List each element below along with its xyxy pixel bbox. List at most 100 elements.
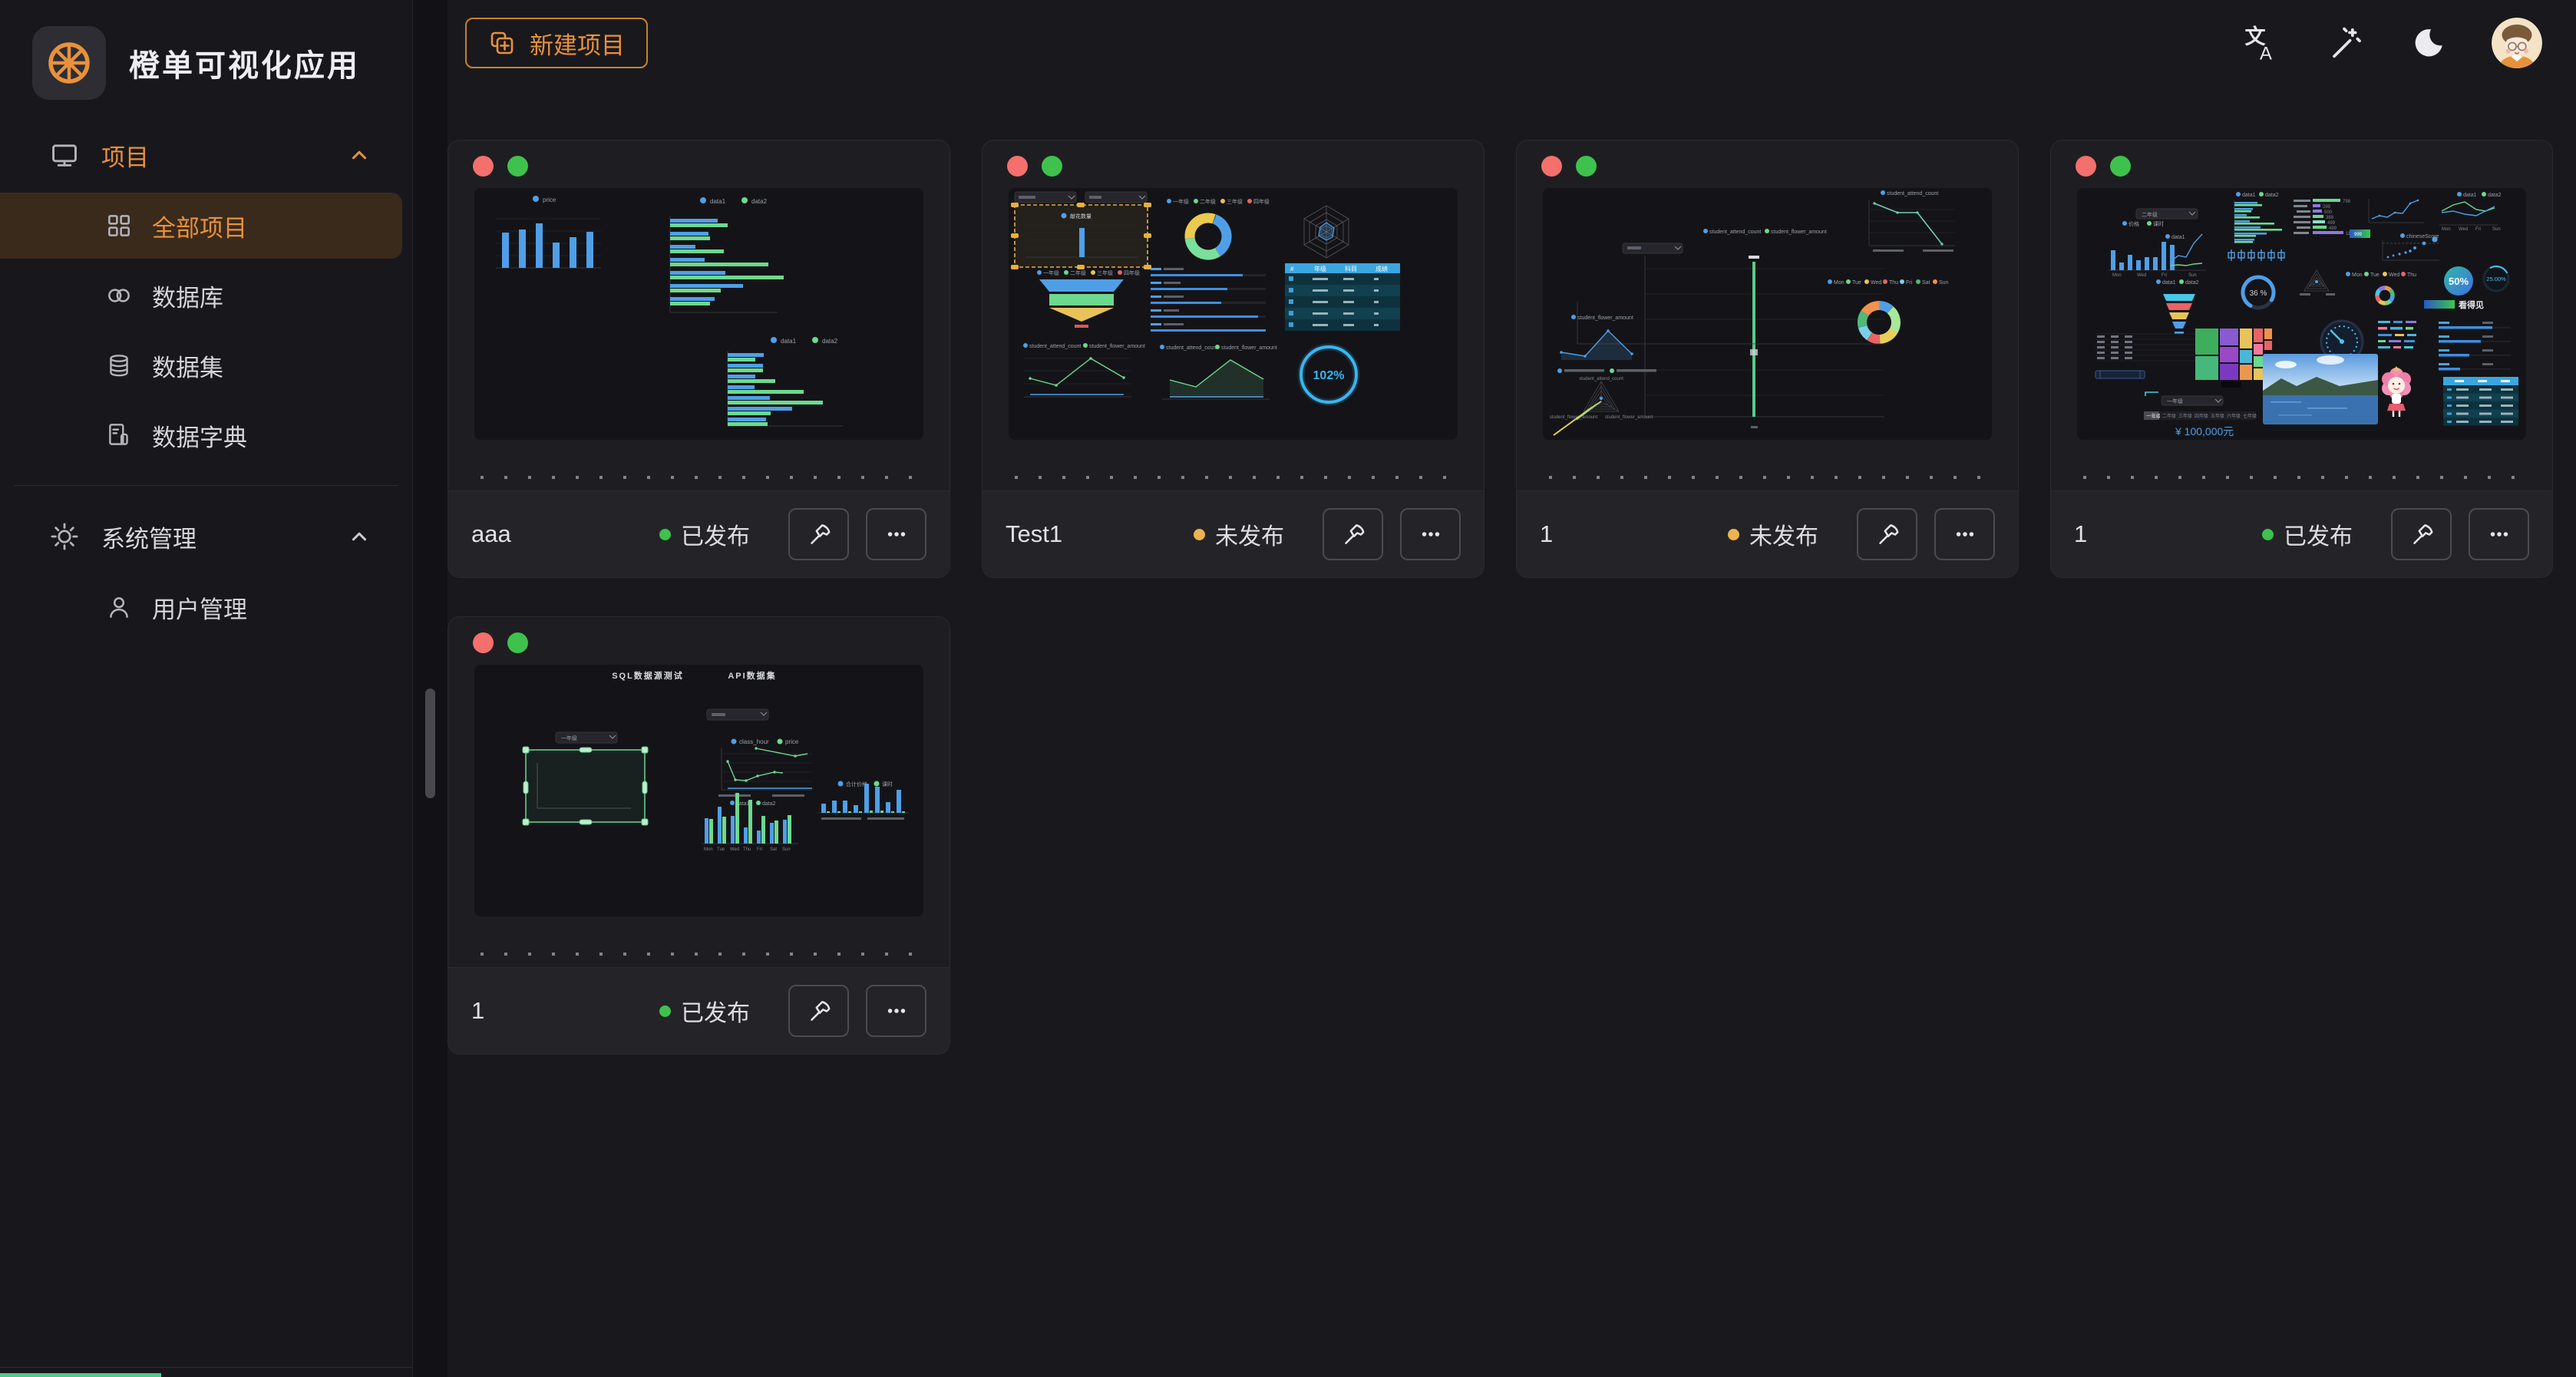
sidebar-group-system[interactable]: 系统管理 xyxy=(0,503,412,570)
green-dot-icon xyxy=(2110,156,2131,177)
svg-text:25.00%: 25.00% xyxy=(2486,276,2506,282)
main-content: 新建项目 文 A xyxy=(447,0,2576,1377)
translate-icon[interactable]: 文 A xyxy=(2240,23,2280,63)
svg-text:50%: 50% xyxy=(2449,276,2469,287)
svg-text:Fri: Fri xyxy=(2162,273,2167,278)
build-button[interactable] xyxy=(2391,508,2452,560)
build-button[interactable] xyxy=(1857,508,1917,560)
svg-text:data2: data2 xyxy=(2185,280,2199,286)
project-thumbnail[interactable]: SQL数据源测试 API数据集 一年级 xyxy=(474,665,923,916)
svg-text:三年级: 三年级 xyxy=(1227,198,1243,205)
sidebar-item-all-projects[interactable]: 全部项目 xyxy=(0,193,402,259)
svg-text:二年级: 二年级 xyxy=(2142,211,2158,218)
status-label: 已发布 xyxy=(681,994,750,1028)
svg-text:Tue: Tue xyxy=(1852,280,1861,286)
project-thumbnail[interactable]: 献花数量 一年级 二年级 三年级 四年级 xyxy=(1009,188,1458,440)
status-badge: 已发布 xyxy=(659,994,750,1028)
svg-text:看得见: 看得见 xyxy=(2459,299,2484,310)
project-thumbnail[interactable]: price data1 data2 xyxy=(474,188,923,440)
status-dot-icon xyxy=(2262,529,2274,540)
svg-text:data2: data2 xyxy=(751,198,768,205)
new-project-button[interactable]: 新建项目 xyxy=(465,18,648,68)
svg-text:五年级: 五年级 xyxy=(2211,413,2224,419)
project-name: 1 xyxy=(471,997,484,1025)
sidebar-item-label: 全部项目 xyxy=(152,209,247,243)
card-status-dots xyxy=(1541,156,1597,177)
status-label: 已发布 xyxy=(681,517,750,551)
svg-text:499: 499 xyxy=(2327,221,2336,226)
svg-text:student_attend_count: student_attend_count xyxy=(1166,345,1217,351)
more-button[interactable] xyxy=(866,508,926,560)
red-dot-icon xyxy=(1541,156,1562,177)
svg-text:成绩: 成绩 xyxy=(1376,265,1388,272)
more-button[interactable] xyxy=(1934,508,1995,560)
svg-text:Mon: Mon xyxy=(1834,280,1844,286)
build-button[interactable] xyxy=(788,508,849,560)
monitor-icon xyxy=(49,140,80,170)
project-thumbnail[interactable]: 二年级 价格 课时 data1 MonWed xyxy=(2077,188,2526,440)
more-button[interactable] xyxy=(866,985,926,1037)
user-icon xyxy=(104,593,134,622)
card-dotted-divider xyxy=(481,953,917,956)
sidebar-group-project[interactable]: 项目 xyxy=(0,121,412,189)
svg-text:课时: 课时 xyxy=(2153,220,2164,227)
status-label: 未发布 xyxy=(1749,517,1818,551)
card-footer: aaa 已发布 xyxy=(448,490,949,577)
more-button[interactable] xyxy=(1400,508,1461,560)
build-button[interactable] xyxy=(788,985,849,1037)
card-status-dots xyxy=(473,632,528,653)
sidebar-item-dataset[interactable]: 数据集 xyxy=(0,332,412,398)
more-button[interactable] xyxy=(2469,508,2529,560)
sidebar-item-label: 数据字典 xyxy=(152,418,247,453)
svg-text:API数据集: API数据集 xyxy=(728,670,776,681)
sidebar-item-database[interactable]: 数据库 xyxy=(0,263,412,329)
project-card[interactable]: SQL数据源测试 API数据集 一年级 xyxy=(447,616,950,1055)
svg-text:A: A xyxy=(2260,44,2272,63)
sidebar-divider xyxy=(14,485,398,486)
svg-text:student_attend_count: student_attend_count xyxy=(1029,344,1081,349)
vertical-scrollbar-thumb[interactable] xyxy=(425,688,435,798)
svg-text:data1: data1 xyxy=(2162,280,2176,286)
project-card[interactable]: price data1 data2 xyxy=(447,140,950,578)
status-badge: 未发布 xyxy=(1194,517,1284,551)
card-dotted-divider xyxy=(481,476,917,479)
svg-text:data2: data2 xyxy=(2265,193,2279,198)
svg-text:科目: 科目 xyxy=(1345,265,1357,272)
magic-wand-icon[interactable] xyxy=(2324,23,2364,63)
project-name: 1 xyxy=(2074,520,2087,548)
status-dot-icon xyxy=(1728,529,1739,540)
gear-icon xyxy=(49,521,80,552)
user-avatar[interactable] xyxy=(2492,18,2542,68)
ellipsis-icon xyxy=(2485,520,2514,549)
svg-text:Thu: Thu xyxy=(743,847,751,852)
card-footer: 1 已发布 xyxy=(448,967,949,1054)
svg-text:Tue: Tue xyxy=(717,847,725,852)
svg-text:二年级: 二年级 xyxy=(1070,269,1086,276)
project-card[interactable]: 献花数量 一年级 二年级 三年级 四年级 xyxy=(982,140,1485,578)
sidebar-item-label: 用户管理 xyxy=(152,590,247,625)
svg-text:388: 388 xyxy=(2326,216,2334,220)
svg-text:课时: 课时 xyxy=(882,781,893,788)
project-name: Test1 xyxy=(1006,520,1062,548)
project-card[interactable]: 二年级 价格 课时 data1 MonWed xyxy=(2050,140,2553,578)
dark-mode-moon-icon[interactable] xyxy=(2409,24,2447,62)
svg-text:data2: data2 xyxy=(2488,193,2502,198)
build-button[interactable] xyxy=(1323,508,1383,560)
svg-text:price: price xyxy=(785,738,799,745)
add-project-icon xyxy=(488,29,516,57)
svg-text:四年级: 四年级 xyxy=(2195,413,2208,419)
sidebar: 橙单可视化应用 项目 xyxy=(0,0,413,1377)
bottom-left-accent-bar xyxy=(0,1373,161,1377)
project-thumbnail[interactable]: student_attend_count student_attend_coun… xyxy=(1543,188,1992,440)
sidebar-item-label: 数据库 xyxy=(152,279,223,313)
project-card[interactable]: student_attend_count student_attend_coun… xyxy=(1516,140,2019,578)
ellipsis-icon xyxy=(882,996,911,1025)
svg-text:Wed: Wed xyxy=(2389,272,2399,278)
sidebar-item-user-management[interactable]: 用户管理 xyxy=(0,574,412,640)
app-title: 橙单可视化应用 xyxy=(129,41,360,85)
app-window: 橙单可视化应用 项目 xyxy=(0,0,2576,1377)
svg-text:data1: data1 xyxy=(710,198,726,205)
topbar-actions: 文 A xyxy=(2240,18,2576,68)
svg-text:student_flower_amount: student_flower_amount xyxy=(1605,415,1653,420)
sidebar-item-dictionary[interactable]: 数据字典 xyxy=(0,402,412,468)
